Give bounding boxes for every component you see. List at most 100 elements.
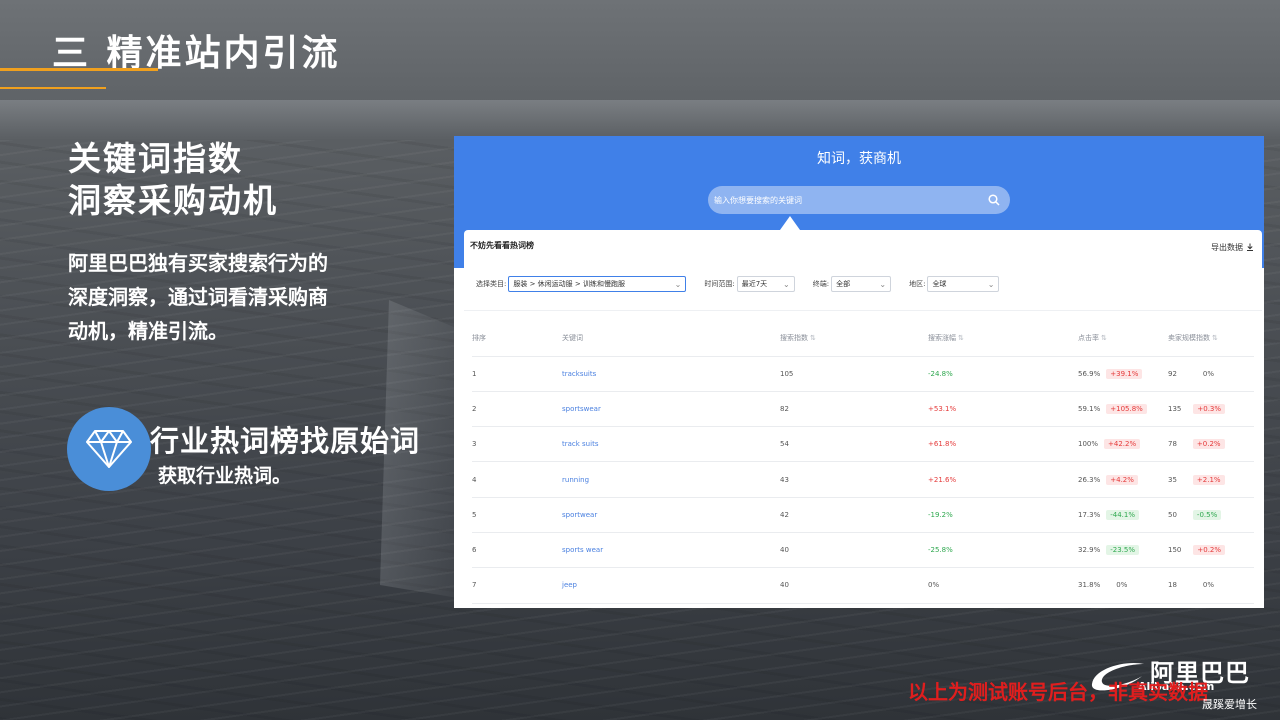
- test-account-disclaimer: 以上为测试账号后台，非真实数据: [908, 680, 1208, 704]
- column-header-sortable[interactable]: 搜索指数 ⇅: [780, 320, 928, 357]
- ctr-cell: 56.9% +39.1%: [1078, 356, 1168, 392]
- table-row: 5 sportwear 42 -19.2% 17.3% -44.1% 50 -0.5…: [472, 497, 1254, 533]
- chevron-down-icon: ⌄: [987, 279, 995, 289]
- table-header-row: 排序 关键词 搜索指数 ⇅ 搜索涨幅 ⇅ 点击率 ⇅ 卖家规模指数 ⇅: [472, 320, 1254, 357]
- seller-value: 135: [1168, 404, 1182, 413]
- ctr-value: 26.3%: [1078, 475, 1101, 484]
- ctr-value: 59.1%: [1078, 404, 1101, 413]
- table-row: 7 jeep 40 0% 31.8% 0% 18 0%: [472, 567, 1254, 604]
- subtitle-line: 洞察采购动机: [68, 181, 278, 220]
- seller-value: 35: [1168, 475, 1177, 484]
- seller-value: 78: [1168, 440, 1177, 449]
- ctr-change-badge: +42.2%: [1104, 439, 1141, 450]
- ctr-value: 31.8%: [1078, 581, 1101, 590]
- seller-change-badge: +2.1%: [1192, 474, 1225, 485]
- region-value: 全球: [932, 280, 947, 288]
- slide-subtitle: 关键词指数 洞察采购动机: [68, 138, 278, 222]
- ctr-cell: 31.8% 0%: [1078, 567, 1168, 604]
- rank-cell: 2: [472, 391, 562, 428]
- ctr-change-badge: 0%: [1116, 581, 1128, 590]
- table-row: 3 track suits 54 +61.8% 100% +42.2% 78 +0.…: [472, 426, 1254, 463]
- keyword-link[interactable]: track suits: [562, 426, 780, 463]
- column-header-sortable[interactable]: 点击率 ⇅: [1078, 320, 1168, 357]
- growth-cell: +61.8%: [928, 426, 1078, 463]
- category-label: 选择类目:: [476, 280, 507, 288]
- seller-cell: 92 0%: [1168, 356, 1254, 392]
- seller-cell: 35 +2.1%: [1168, 461, 1254, 498]
- background-horizon: [0, 100, 1280, 140]
- keyword-link[interactable]: jeep: [562, 567, 780, 604]
- search-index-cell: 54: [780, 426, 928, 463]
- keyword-link[interactable]: tracksuits: [562, 356, 780, 392]
- search-index-cell: 42: [780, 497, 928, 533]
- seller-value: 18: [1168, 581, 1177, 590]
- rank-cell: 3: [472, 426, 562, 463]
- terminal-label: 终端:: [812, 280, 830, 288]
- search-index-cell: 43: [780, 461, 928, 498]
- sort-icon[interactable]: ⇅: [1101, 334, 1107, 342]
- seller-cell: 18 0%: [1168, 567, 1254, 604]
- watermark-text: 晟蹊爱增长: [1202, 698, 1257, 711]
- search-index-cell: 82: [780, 391, 928, 428]
- chevron-down-icon: ⌄: [674, 279, 682, 289]
- ctr-value: 56.9%: [1078, 369, 1101, 378]
- feature-title: 行业热词榜找原始词: [150, 424, 421, 458]
- sort-icon[interactable]: ⇅: [810, 334, 816, 342]
- growth-cell: -24.8%: [928, 356, 1078, 392]
- table-row: 1 tracksuits 105 -24.8% 56.9% +39.1% 92 0%: [472, 356, 1254, 392]
- table-row: 6 sports wear 40 -25.8% 32.9% -23.5% 150 +…: [472, 532, 1254, 569]
- seller-cell: 78 +0.2%: [1168, 426, 1254, 463]
- filter-bar: 选择类目: 服装 > 休闲运动服 > 训练和慢跑服 ⌄ 时间范围: 最近7天 ⌄…: [476, 276, 1000, 292]
- heading-underline: [0, 68, 158, 71]
- keyword-tool-screenshot: 知词，获商机 不妨先看看热词榜 导出数据 选择类目: 服装 > 休闲运动服: [454, 136, 1264, 608]
- diamond-icon: [67, 407, 151, 491]
- keyword-link[interactable]: running: [562, 461, 780, 498]
- ctr-cell: 26.3% +4.2%: [1078, 461, 1168, 498]
- time-label: 时间范围:: [704, 280, 735, 288]
- seller-change-badge: 0%: [1202, 581, 1215, 590]
- rank-cell: 7: [472, 567, 562, 604]
- ctr-change-badge: +39.1%: [1106, 368, 1143, 379]
- sort-icon[interactable]: ⇅: [1212, 334, 1218, 342]
- column-header-sortable[interactable]: 搜索涨幅 ⇅: [928, 320, 1078, 357]
- ctr-change-badge: -44.1%: [1106, 509, 1140, 520]
- seller-change-badge: 0%: [1202, 369, 1215, 378]
- hot-words-card: 不妨先看看热词榜 导出数据 选择类目: 服装 > 休闲运动服 > 训练和慢跑服 …: [464, 230, 1262, 608]
- search-index-cell: 40: [780, 567, 928, 604]
- heading-underline-secondary: [0, 87, 106, 89]
- time-select[interactable]: 最近7天 ⌄: [736, 276, 795, 292]
- ctr-cell: 32.9% -23.5%: [1078, 532, 1168, 569]
- growth-cell: +21.6%: [928, 461, 1078, 498]
- seller-cell: 150 +0.2%: [1168, 532, 1254, 569]
- region-label: 地区:: [909, 280, 926, 288]
- ctr-value: 100%: [1078, 440, 1099, 449]
- export-button[interactable]: 导出数据: [1211, 242, 1254, 253]
- terminal-select[interactable]: 全部 ⌄: [831, 276, 892, 292]
- column-header-label: 搜索涨幅: [928, 333, 956, 342]
- seller-change-badge: -0.5%: [1192, 509, 1222, 520]
- search-box[interactable]: [708, 186, 1010, 214]
- seller-change-badge: +0.2%: [1193, 545, 1226, 556]
- ctr-value: 17.3%: [1078, 510, 1101, 519]
- column-header-sortable[interactable]: 卖家规模指数 ⇅: [1168, 320, 1254, 357]
- category-select[interactable]: 服装 > 休闲运动服 > 训练和慢跑服 ⌄: [508, 276, 687, 292]
- time-value: 最近7天: [741, 280, 768, 288]
- seller-cell: 135 +0.3%: [1168, 391, 1254, 428]
- chevron-down-icon: ⌄: [783, 279, 790, 289]
- hero-title: 知词，获商机: [817, 151, 901, 167]
- search-input[interactable]: [714, 195, 988, 205]
- keyword-link[interactable]: sportwear: [562, 497, 780, 533]
- category-value: 服装 > 休闲运动服 > 训练和慢跑服: [513, 280, 625, 288]
- search-index-cell: 40: [780, 532, 928, 569]
- ctr-change-badge: +4.2%: [1106, 474, 1138, 485]
- region-select[interactable]: 全球 ⌄: [927, 276, 1000, 292]
- growth-cell: 0%: [928, 567, 1078, 604]
- growth-cell: -19.2%: [928, 497, 1078, 533]
- description-line: 深度洞察，通过词看清采购商: [68, 285, 328, 309]
- keyword-link[interactable]: sportswear: [562, 391, 780, 428]
- sort-icon[interactable]: ⇅: [958, 334, 964, 342]
- search-icon[interactable]: [988, 191, 1000, 210]
- seller-change-badge: +0.3%: [1193, 403, 1226, 414]
- keyword-link[interactable]: sports wear: [562, 532, 780, 569]
- table-row: 2 sportswear 82 +53.1% 59.1% +105.8% 135 +…: [472, 391, 1254, 428]
